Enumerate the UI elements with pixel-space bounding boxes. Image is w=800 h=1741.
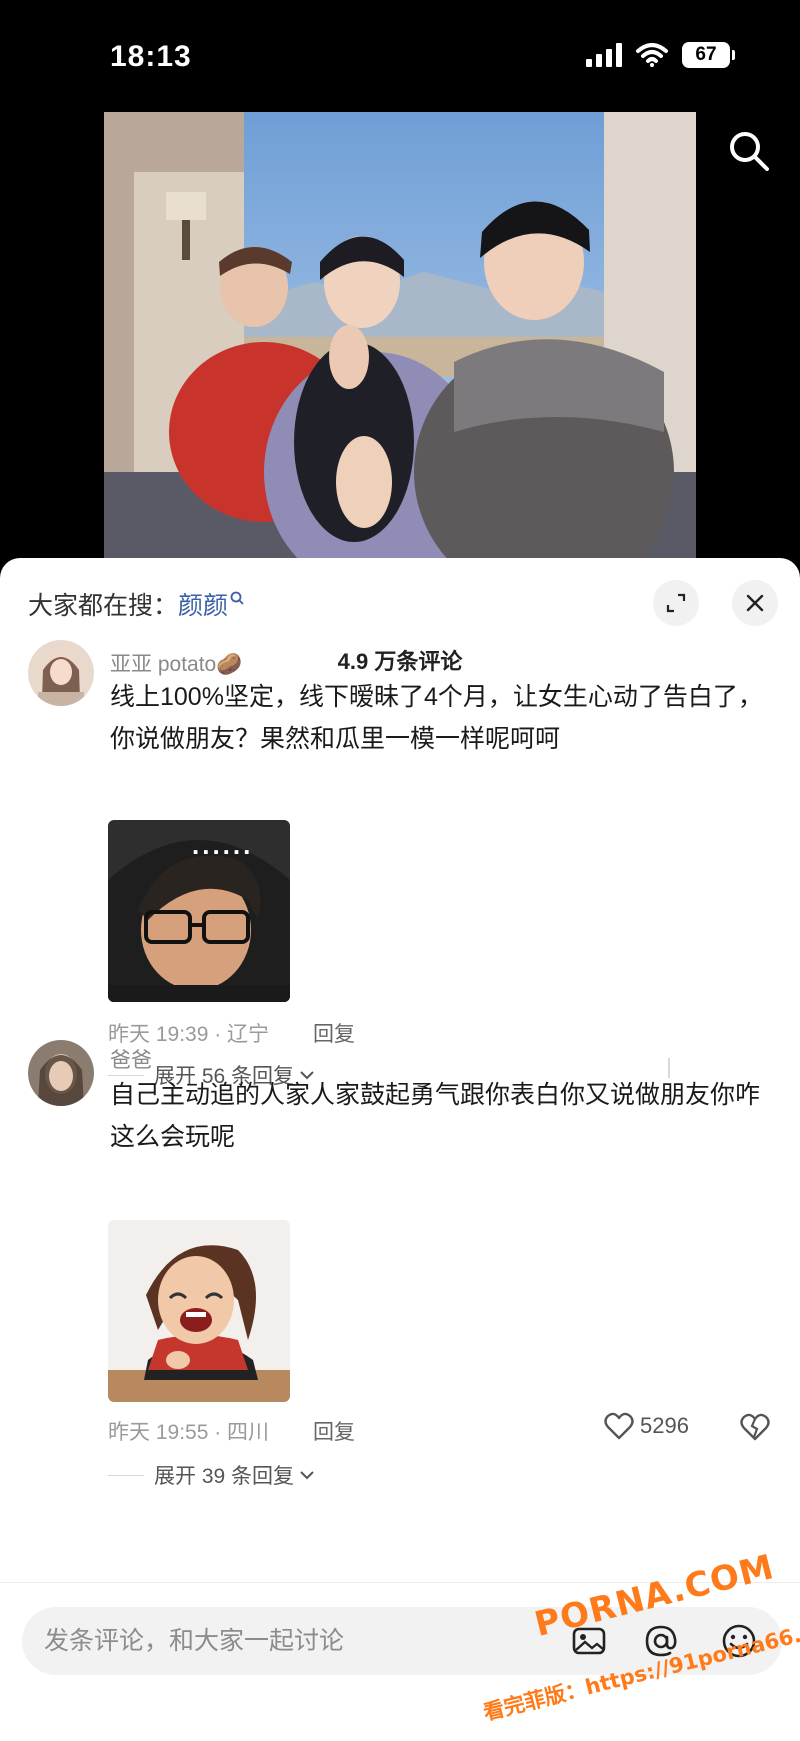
search-icon[interactable] — [726, 128, 772, 174]
video-thumbnail — [104, 112, 696, 560]
hot-search-prefix: 大家都在搜： — [28, 592, 179, 620]
avatar[interactable] — [28, 640, 94, 706]
comment-text: 线上100%坚定，线下暧昧了4个月，让女生心动了告白了，你说做朋友？果然和瓜里一… — [110, 683, 763, 753]
comment-username[interactable]: 亚亚 potato🥔 — [110, 648, 242, 678]
avatar[interactable] — [28, 1040, 94, 1106]
chevron-down-icon — [300, 1471, 314, 1480]
reply-button[interactable]: 回复 — [313, 1416, 355, 1446]
video-frame[interactable] — [104, 112, 696, 560]
close-button[interactable] — [732, 580, 778, 626]
status-bar: 18:13 67 — [0, 0, 800, 110]
broken-heart-icon[interactable] — [740, 1413, 770, 1441]
heart-icon — [604, 1412, 634, 1440]
comment-text: 自己主动追的人家人家鼓起勇气跟你表白你又说做朋友你咋这么会玩呢 — [110, 1081, 761, 1151]
wifi-icon — [636, 43, 668, 67]
expand-replies-label: 展开 39 条回复 — [154, 1465, 295, 1488]
comment-image[interactable] — [108, 1220, 290, 1402]
close-icon — [746, 594, 764, 612]
cellular-signal-icon — [586, 43, 622, 67]
expand-button[interactable] — [653, 580, 699, 626]
small-search-icon — [230, 591, 244, 605]
reply-button[interactable]: 回复 — [313, 1018, 355, 1048]
like-count: 5296 — [640, 1413, 689, 1438]
status-time: 18:13 — [110, 40, 192, 73]
battery-indicator: 67 — [682, 42, 735, 68]
comment-username[interactable]: 爸爸 — [110, 1044, 152, 1074]
expand-icon — [666, 593, 686, 613]
image-overlay-dots: ...... — [192, 830, 254, 860]
expand-replies-button[interactable]: 展开 39 条回复 — [108, 1460, 316, 1490]
hot-search-link[interactable]: 大家都在搜：颜颜 — [28, 586, 244, 622]
reply-divider — [108, 1474, 144, 1476]
sheet-header: 大家都在搜：颜颜 — [0, 558, 800, 638]
comment-meta: 昨天 19:55 · 四川 — [108, 1421, 270, 1444]
video-area[interactable] — [0, 110, 800, 560]
status-icons: 67 — [586, 42, 735, 68]
comment-input[interactable] — [44, 1607, 544, 1675]
hot-search-keyword[interactable]: 颜颜 — [178, 592, 228, 620]
comment-sheet: 大家都在搜：颜颜 4.9 万条评论 亚亚 potato🥔 线上100%坚定，线下… — [0, 558, 800, 1741]
comment-image[interactable]: ...... — [108, 820, 290, 1002]
like-button[interactable]: 5296 — [604, 1412, 689, 1440]
